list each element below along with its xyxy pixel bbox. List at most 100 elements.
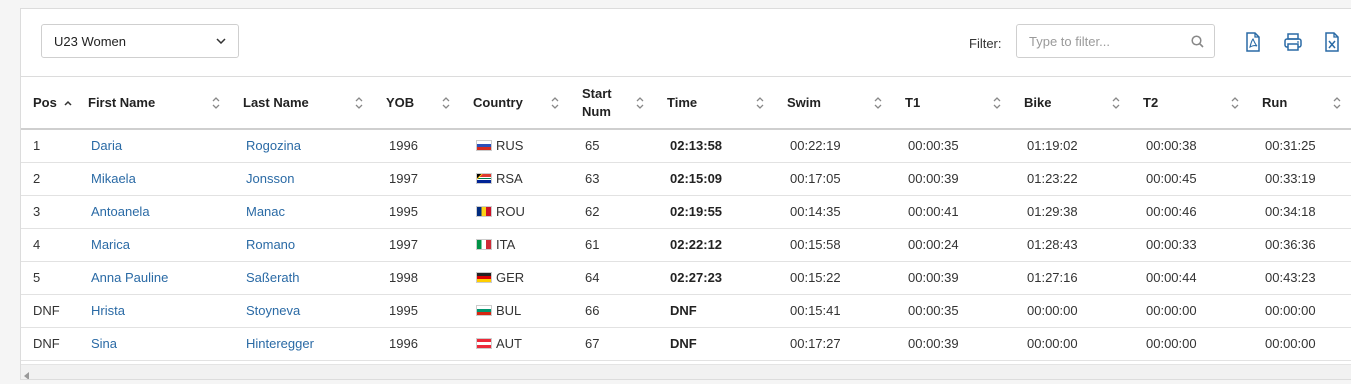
last-name-link[interactable]: Saßerath	[246, 270, 299, 285]
first-name-link[interactable]: Marica	[91, 237, 130, 252]
sort-icon[interactable]	[441, 96, 451, 110]
cell-content: 67	[570, 336, 655, 351]
column-header-start[interactable]: Start Num	[570, 77, 655, 130]
cell-content: 66	[570, 303, 655, 318]
filter-input[interactable]	[1016, 24, 1215, 58]
table-row[interactable]: 3 Antoanela Manac 1995 ROU 62 02:19:55 00:14:35…	[21, 195, 1351, 228]
first-name-link[interactable]: Daria	[91, 138, 122, 153]
column-header-bike[interactable]: Bike	[1012, 77, 1131, 130]
sort-icon[interactable]	[1332, 96, 1342, 110]
column-header-last[interactable]: Last Name	[231, 77, 374, 130]
cell-value: 1998	[389, 270, 418, 285]
column-header-country[interactable]: Country	[461, 77, 570, 130]
cell-content: 5	[21, 270, 76, 285]
cell-time: 02:13:58	[655, 129, 775, 162]
sort-icon[interactable]	[354, 96, 364, 110]
column-header-t1[interactable]: T1	[893, 77, 1012, 130]
cell-first: Hrista	[76, 294, 231, 327]
chevron-down-icon	[216, 36, 226, 46]
flag-icon	[476, 338, 492, 349]
first-name-link[interactable]: Anna Pauline	[91, 270, 168, 285]
cell-value: 01:19:02	[1027, 138, 1078, 154]
cell-bike: 01:29:38	[1012, 195, 1131, 228]
sort-ascending-icon[interactable]	[63, 96, 73, 110]
cell-value: 00:17:05	[790, 171, 841, 186]
cell-value: 00:00:00	[1027, 336, 1078, 351]
sort-icon[interactable]	[211, 96, 221, 110]
cell-value: 00:33:19	[1265, 171, 1316, 186]
cell-yob: 1996	[374, 129, 461, 162]
cell-t2: 00:00:44	[1131, 261, 1250, 294]
cell-bike: 01:28:43	[1012, 228, 1131, 261]
category-select[interactable]: U23 Women	[41, 24, 239, 58]
last-name-link[interactable]: Manac	[246, 204, 285, 219]
column-header-time[interactable]: Time	[655, 77, 775, 130]
cell-value: 00:00:35	[908, 303, 959, 318]
cell-t2: 00:00:33	[1131, 228, 1250, 261]
cell-last: Saßerath	[231, 261, 374, 294]
total-time: 02:22:12	[670, 237, 723, 252]
cell-content: 02:27:23	[655, 270, 775, 285]
cell-bike: 00:00:00	[1012, 327, 1131, 360]
first-name-link[interactable]: Antoanela	[91, 204, 150, 219]
cell-content: 01:28:43	[1012, 237, 1131, 252]
cell-value: 00:00:45	[1146, 171, 1197, 186]
column-header-swim[interactable]: Swim	[775, 77, 893, 130]
cell-value: 00:36:36	[1265, 237, 1316, 252]
cell-content: 1997	[374, 171, 461, 186]
cell-content: Hrista	[76, 303, 231, 318]
cell-start: 66	[570, 294, 655, 327]
cell-value: 00:00:35	[908, 138, 959, 154]
table-row[interactable]: 5 Anna Pauline Saßerath 1998 GER 64 02:27:23 00…	[21, 261, 1351, 294]
column-header-label: First Name	[88, 94, 156, 110]
table-row[interactable]: 1 Daria Rogozina 1996 RUS 65 02:13:58 00:22:19 0…	[21, 129, 1351, 162]
column-header-yob[interactable]: YOB	[374, 77, 461, 130]
sort-icon[interactable]	[1111, 96, 1121, 110]
first-name-link[interactable]: Sina	[91, 336, 117, 351]
first-name-link[interactable]: Mikaela	[91, 171, 136, 186]
sort-icon[interactable]	[992, 96, 1002, 110]
cell-content: DNF	[21, 336, 76, 351]
cell-value: 1997	[389, 237, 418, 252]
column-header-run[interactable]: Run	[1250, 77, 1351, 130]
print-icon[interactable]	[1283, 32, 1303, 52]
last-name-link[interactable]: Hinteregger	[246, 336, 314, 351]
table-row[interactable]: DNF Sina Hinteregger 1996 AUT 67 DNF 00:17:27 00…	[21, 327, 1351, 360]
cell-start: 64	[570, 261, 655, 294]
last-name-link[interactable]: Romano	[246, 237, 295, 252]
sort-icon[interactable]	[635, 96, 645, 110]
cell-run: 00:33:19	[1250, 162, 1351, 195]
cell-content: 01:27:16	[1012, 270, 1131, 285]
column-header-label: Pos	[33, 94, 57, 110]
excel-icon[interactable]	[1323, 32, 1343, 52]
sort-icon[interactable]	[873, 96, 883, 110]
pdf-icon[interactable]	[1244, 32, 1264, 52]
column-header-first[interactable]: First Name	[76, 77, 231, 130]
cell-content: 1	[21, 138, 76, 153]
sort-icon[interactable]	[1230, 96, 1240, 110]
sort-icon[interactable]	[755, 96, 765, 110]
last-name-link[interactable]: Stoyneva	[246, 303, 300, 318]
cell-swim: 00:15:22	[775, 261, 893, 294]
cell-run: 00:00:00	[1250, 327, 1351, 360]
scroll-left-arrow-icon[interactable]	[24, 368, 30, 379]
cell-country: GER	[461, 261, 570, 294]
first-name-link[interactable]: Hrista	[91, 303, 125, 318]
cell-value: 3	[33, 204, 41, 219]
column-header-t2[interactable]: T2	[1131, 77, 1250, 130]
column-header-pos[interactable]: Pos	[21, 77, 76, 130]
cell-pos: DNF	[21, 327, 76, 360]
sort-icon[interactable]	[550, 96, 560, 110]
horizontal-scrollbar[interactable]	[21, 364, 1351, 379]
cell-value: 00:00:33	[1146, 237, 1197, 252]
cell-value: 00:15:58	[790, 237, 841, 252]
cell-run: 00:36:36	[1250, 228, 1351, 261]
table-row[interactable]: 4 Marica Romano 1997 ITA 61 02:22:12 00:15:58 00…	[21, 228, 1351, 261]
table-row[interactable]: DNF Hrista Stoyneva 1995 BUL 66 DNF 00:15:41 00:…	[21, 294, 1351, 327]
results-panel: U23 Women Filter: Pos First Name Last Name…	[20, 8, 1351, 380]
cell-content: Antoanela	[76, 204, 231, 219]
last-name-link[interactable]: Jonsson	[246, 171, 294, 186]
table-row[interactable]: 2 Mikaela Jonsson 1997 RSA 63 02:15:09 00:17:05…	[21, 162, 1351, 195]
last-name-link[interactable]: Rogozina	[246, 138, 301, 153]
cell-content: 00:00:33	[1131, 237, 1250, 252]
